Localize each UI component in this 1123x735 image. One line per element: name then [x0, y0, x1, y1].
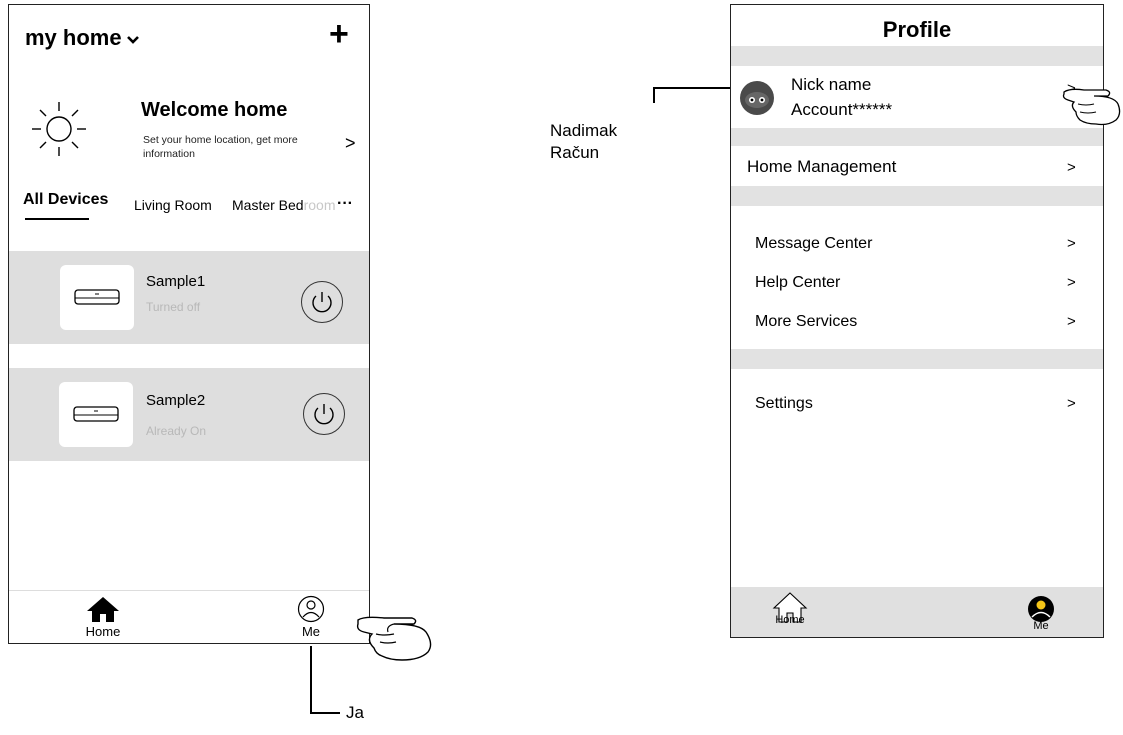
welcome-title: Welcome home [141, 99, 288, 121]
avatar-icon [740, 81, 774, 115]
power-button[interactable] [303, 393, 345, 435]
nav-home-label: Home [85, 624, 121, 639]
welcome-banner[interactable]: Welcome home Set your home location, get… [19, 95, 359, 165]
home-management-arrow: > [1067, 159, 1076, 176]
air-conditioner-icon [60, 265, 134, 330]
annotation-nickname: Nadimak [550, 121, 618, 140]
help-center-arrow: > [1067, 274, 1076, 291]
user-icon [297, 595, 325, 623]
annotation-line [310, 712, 340, 714]
help-center-row[interactable]: Help Center > [731, 268, 1103, 298]
device-status: Already On [146, 424, 207, 438]
annotation-line [310, 646, 312, 714]
avatar [739, 80, 775, 121]
home-title: my home [25, 25, 122, 50]
page-title: Profile [882, 17, 952, 42]
more-services-row[interactable]: More Services > [731, 307, 1103, 337]
home-screen: my home + Welcome home Set your home loc… [8, 4, 370, 644]
device-name: Sample2 [146, 392, 206, 409]
profile-screen: Profile Nick name Account****** > Home M… [730, 4, 1104, 638]
active-tab-indicator [25, 218, 89, 220]
annotation-line [653, 87, 739, 89]
settings-arrow: > [1067, 395, 1076, 412]
power-button[interactable] [301, 281, 343, 323]
nav-me[interactable]: Me [1021, 595, 1061, 632]
welcome-arrow: > [345, 133, 356, 153]
tab-living-room[interactable]: Living Room [134, 197, 212, 213]
add-device-button[interactable]: + [329, 17, 349, 51]
more-tabs-icon[interactable]: ··· [337, 195, 353, 213]
pointing-hand-icon [354, 610, 434, 671]
device-name: Sample1 [146, 273, 206, 290]
tab-all-devices[interactable]: All Devices [23, 191, 108, 209]
message-center-label: Message Center [755, 235, 873, 252]
more-services-label: More Services [755, 313, 858, 330]
more-services-arrow: > [1067, 313, 1076, 330]
bottom-nav: Home Me [731, 587, 1103, 637]
home-icon [87, 597, 119, 622]
nav-home[interactable]: Home [765, 591, 815, 626]
settings-label: Settings [755, 395, 813, 412]
annotation-me: Ja [346, 703, 364, 722]
nav-me[interactable]: Me [289, 595, 333, 639]
home-selector[interactable]: my home [25, 25, 140, 51]
chevron-down-icon [126, 32, 140, 50]
sun-icon [29, 99, 89, 164]
account-row[interactable]: Nick name Account****** > [731, 66, 1103, 128]
device-card[interactable]: Sample1 Turned off [9, 251, 369, 344]
device-card[interactable]: Sample2 Already On [9, 368, 369, 461]
section-divider [731, 349, 1103, 369]
message-center-arrow: > [1067, 235, 1076, 252]
pointing-hand-icon [1060, 80, 1122, 131]
message-center-row[interactable]: Message Center > [731, 229, 1103, 259]
nick-name: Nick name [791, 75, 872, 94]
welcome-subtitle: Set your home location, get more informa… [143, 134, 298, 160]
device-status: Turned off [146, 300, 201, 314]
air-conditioner-icon [59, 382, 133, 447]
nav-home[interactable]: Home [75, 595, 131, 639]
power-icon [312, 292, 332, 313]
home-management-label: Home Management [747, 157, 897, 176]
user-icon [1028, 596, 1054, 622]
section-divider [731, 186, 1103, 206]
nav-me-label: Me [301, 624, 321, 639]
account-text: Account****** [791, 100, 893, 119]
help-center-label: Help Center [755, 274, 841, 291]
annotation-line [653, 87, 655, 103]
settings-row[interactable]: Settings > [731, 389, 1103, 419]
annotation-account: Račun [550, 143, 600, 162]
section-divider [731, 128, 1103, 146]
tab-master-bedroom[interactable]: Master Bedroom [232, 197, 336, 213]
home-management-row[interactable]: Home Management > [731, 146, 1103, 186]
power-icon [314, 404, 334, 425]
bottom-nav: Home Me [9, 590, 369, 643]
section-divider [731, 46, 1103, 66]
